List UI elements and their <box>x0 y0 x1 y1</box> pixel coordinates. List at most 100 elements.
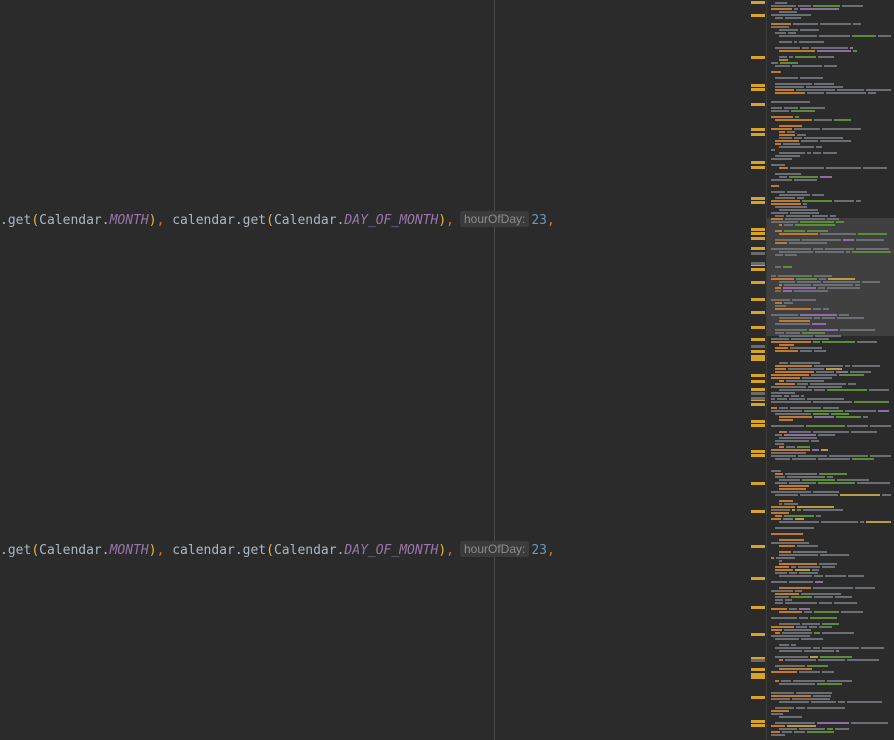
minimap-code-segment <box>824 65 837 67</box>
warning-marker[interactable] <box>751 247 765 250</box>
minimap-code-segment <box>775 350 798 352</box>
warning-marker[interactable] <box>751 281 765 284</box>
warning-marker[interactable] <box>751 228 765 231</box>
info-marker[interactable] <box>751 659 765 662</box>
warning-marker[interactable] <box>751 1 765 4</box>
warning-marker[interactable] <box>751 133 765 136</box>
warning-marker[interactable] <box>751 420 765 423</box>
minimap-code-segment <box>775 140 799 142</box>
minimap-code-segment <box>855 587 875 589</box>
minimap-code-segment <box>804 611 812 613</box>
minimap-code-segment <box>870 455 891 457</box>
warning-marker[interactable] <box>751 510 765 513</box>
minimap-code-segment <box>771 200 800 202</box>
warning-marker[interactable] <box>751 237 765 240</box>
warning-marker[interactable] <box>751 103 765 106</box>
minimap-code-segment <box>779 545 795 547</box>
warning-marker[interactable] <box>751 696 765 699</box>
warning-marker[interactable] <box>751 201 765 204</box>
class-name: Calendar <box>273 543 337 558</box>
warning-marker[interactable] <box>751 545 765 548</box>
minimap-code-segment <box>847 425 868 427</box>
info-marker[interactable] <box>751 252 765 255</box>
warning-marker[interactable] <box>751 374 765 377</box>
code-line-2[interactable]: .get(Calendar.MONTH), calendar.get(Calen… <box>0 541 555 561</box>
warning-marker[interactable] <box>751 720 765 723</box>
info-marker[interactable] <box>751 397 765 400</box>
warning-marker[interactable] <box>751 676 765 679</box>
minimap-code-segment <box>857 482 890 484</box>
minimap-code-segment <box>799 728 825 730</box>
minimap-code-segment <box>771 338 789 340</box>
minimap-code-segment <box>779 563 817 565</box>
warning-marker[interactable] <box>751 326 765 329</box>
minimap-code-segment <box>776 557 795 559</box>
minimap-code-segment <box>779 56 787 58</box>
minimap-code-segment <box>823 281 860 283</box>
warning-marker[interactable] <box>751 424 765 427</box>
minimap-code-segment <box>775 47 800 49</box>
minimap-code-segment <box>853 50 857 52</box>
warning-marker[interactable] <box>751 161 765 164</box>
warning-marker[interactable] <box>751 724 765 727</box>
minimap-code-segment <box>813 152 821 154</box>
warning-marker[interactable] <box>751 56 765 59</box>
minimap-code-segment <box>779 194 810 196</box>
minimap-code-segment <box>771 407 777 409</box>
minimap-code-segment <box>783 266 792 268</box>
warning-marker[interactable] <box>751 577 765 580</box>
warning-marker[interactable] <box>751 298 765 301</box>
warning-marker[interactable] <box>751 84 765 87</box>
minimap-code-segment <box>775 254 783 256</box>
dot: . <box>101 213 110 228</box>
constant-day-of-month: DAY_OF_MONTH <box>344 543 439 558</box>
minimap-code-segment <box>795 518 804 520</box>
warning-marker[interactable] <box>751 88 765 91</box>
minimap-code-segment <box>775 173 801 175</box>
minimap-code-segment <box>771 713 783 715</box>
minimap-code-segment <box>854 401 889 403</box>
code-line-1[interactable]: .get(Calendar.MONTH), calendar.get(Calen… <box>0 211 555 231</box>
minimap-code-segment <box>790 407 821 409</box>
minimap-code-segment <box>811 701 836 703</box>
minimap-code-segment <box>794 731 805 733</box>
minimap-code-segment <box>771 671 797 673</box>
minimap-code-segment <box>870 425 891 427</box>
warning-marker[interactable] <box>751 14 765 17</box>
info-marker[interactable] <box>751 345 765 348</box>
warning-marker[interactable] <box>751 454 765 457</box>
warning-marker[interactable] <box>751 268 765 271</box>
minimap-code-segment <box>820 176 832 178</box>
warning-marker[interactable] <box>751 166 765 169</box>
minimap-code-segment <box>810 656 818 658</box>
code-editor[interactable]: .get(Calendar.MONTH), calendar.get(Calen… <box>0 0 750 740</box>
minimap-code-segment <box>795 56 816 58</box>
minimap-code-segment <box>789 398 805 400</box>
warning-marker[interactable] <box>751 450 765 453</box>
warning-marker[interactable] <box>751 403 765 406</box>
warning-marker[interactable] <box>751 388 765 391</box>
info-marker[interactable] <box>751 262 765 265</box>
minimap-code-segment <box>787 725 816 727</box>
warning-marker[interactable] <box>751 232 765 235</box>
warning-marker[interactable] <box>751 633 765 636</box>
warning-marker[interactable] <box>751 350 765 353</box>
minimap-code-segment <box>819 626 832 628</box>
warning-marker[interactable] <box>751 668 765 671</box>
minimap-code-segment <box>771 395 782 397</box>
warning-marker[interactable] <box>751 482 765 485</box>
minimap-code-segment <box>817 722 849 724</box>
warning-marker[interactable] <box>751 606 765 609</box>
warning-marker[interactable] <box>751 128 765 131</box>
warning-marker[interactable] <box>751 197 765 200</box>
error-stripe[interactable] <box>750 0 766 740</box>
code-minimap[interactable] <box>766 0 894 740</box>
warning-marker[interactable] <box>751 380 765 383</box>
warning-marker[interactable] <box>751 338 765 341</box>
warning-marker[interactable] <box>751 311 765 314</box>
info-marker[interactable] <box>751 392 765 395</box>
minimap-code-segment <box>800 107 825 109</box>
warning-marker[interactable] <box>751 358 765 361</box>
minimap-code-segment <box>775 287 781 289</box>
minimap-code-segment <box>775 230 782 232</box>
